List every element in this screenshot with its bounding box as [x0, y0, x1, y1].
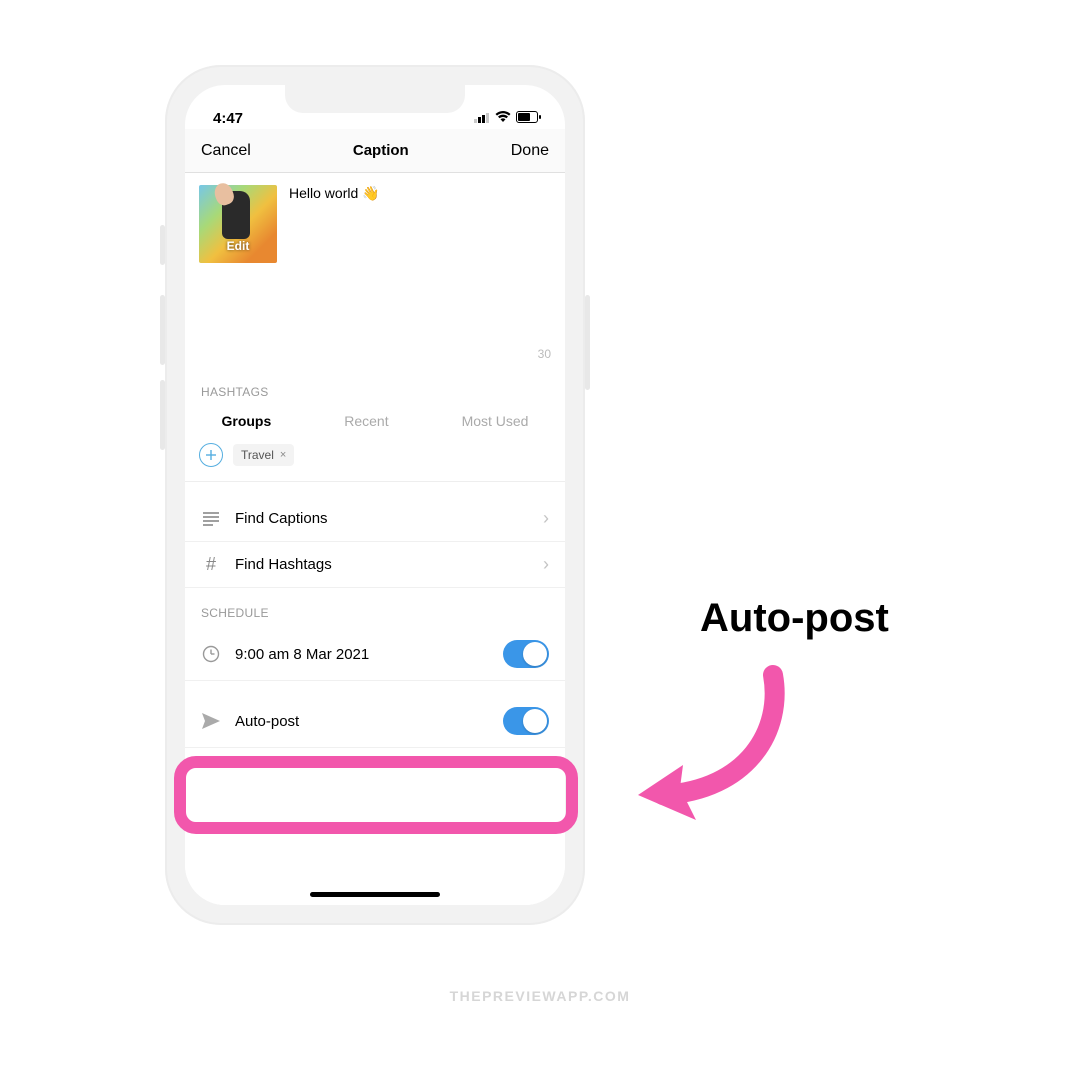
notch [285, 85, 465, 113]
autopost-toggle[interactable] [503, 707, 549, 735]
chip-label: Travel [241, 448, 274, 462]
wifi-icon [495, 110, 511, 127]
watermark: THEPREVIEWAPP.COM [0, 988, 1080, 1004]
add-hashtag-group-button[interactable] [199, 443, 223, 467]
tab-most-used[interactable]: Most Used [462, 413, 529, 429]
row-label: Find Captions [235, 510, 529, 527]
nav-title: Caption [353, 142, 409, 159]
find-hashtags-row[interactable]: # Find Hashtags › [185, 542, 565, 588]
cellular-icon [474, 110, 490, 127]
bottom-area [185, 765, 565, 905]
battery-icon [516, 110, 541, 127]
screen: 4:47 Cancel Caption Done Edit H [185, 85, 565, 905]
plus-icon [205, 449, 217, 461]
nav-bar: Cancel Caption Done [185, 129, 565, 173]
chip-remove-icon[interactable]: × [280, 449, 286, 461]
autopost-label: Auto-post [235, 713, 489, 730]
schedule-toggle[interactable] [503, 640, 549, 668]
hashtag-tabs: Groups Recent Most Used [185, 407, 565, 439]
post-thumbnail[interactable]: Edit [199, 185, 277, 263]
lines-icon [201, 512, 221, 526]
hash-icon: # [201, 554, 221, 575]
clock-icon [201, 645, 221, 663]
autopost-row[interactable]: Auto-post [185, 695, 565, 748]
done-button[interactable]: Done [511, 142, 549, 160]
phone-frame: 4:47 Cancel Caption Done Edit H [165, 65, 585, 925]
character-count: 30 [185, 343, 565, 367]
schedule-header: SCHEDULE [185, 588, 565, 628]
hashtag-chip-travel[interactable]: Travel × [233, 444, 294, 466]
schedule-time-row[interactable]: 9:00 am 8 Mar 2021 [185, 628, 565, 681]
annotation-arrow-icon [618, 660, 798, 830]
status-time: 4:47 [213, 110, 243, 127]
tab-recent[interactable]: Recent [344, 413, 388, 429]
schedule-time-label: 9:00 am 8 Mar 2021 [235, 646, 489, 663]
annotation-label: Auto-post [700, 596, 889, 641]
chevron-right-icon: › [543, 554, 549, 575]
hashtags-header: HASHTAGS [185, 367, 565, 407]
chevron-right-icon: › [543, 508, 549, 529]
edit-overlay: Edit [227, 239, 250, 253]
caption-editor: Edit Hello world 👋 [185, 173, 565, 343]
tab-groups[interactable]: Groups [221, 413, 271, 429]
home-indicator [310, 892, 440, 897]
caption-input[interactable]: Hello world 👋 [289, 185, 380, 343]
find-captions-row[interactable]: Find Captions › [185, 496, 565, 542]
cancel-button[interactable]: Cancel [201, 142, 251, 160]
send-icon [201, 713, 221, 729]
row-label: Find Hashtags [235, 556, 529, 573]
hashtag-chips: Travel × [185, 439, 565, 482]
